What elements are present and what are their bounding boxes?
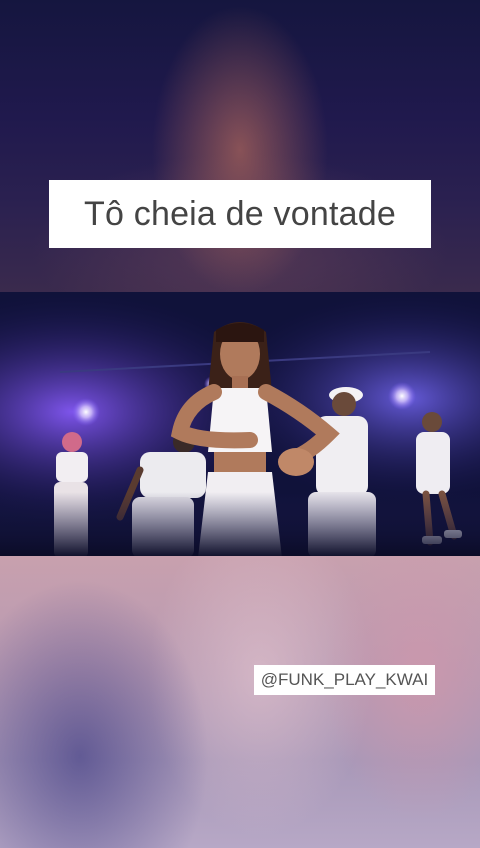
stage-floor	[0, 492, 480, 558]
stage-scene	[0, 292, 480, 558]
caption-text: Tô cheia de vontade	[84, 194, 396, 233]
dance-video-frame[interactable]	[0, 292, 480, 558]
caption-box: Tô cheia de vontade	[49, 180, 431, 248]
blurred-background-top	[0, 0, 480, 292]
spotlight-left	[72, 398, 100, 426]
watermark-text: @FUNK_PLAY_KWAI	[260, 670, 429, 689]
blurred-background-bottom	[0, 556, 480, 848]
watermark-handle: @FUNK_PLAY_KWAI	[254, 665, 435, 695]
spotlight-right	[388, 382, 416, 410]
